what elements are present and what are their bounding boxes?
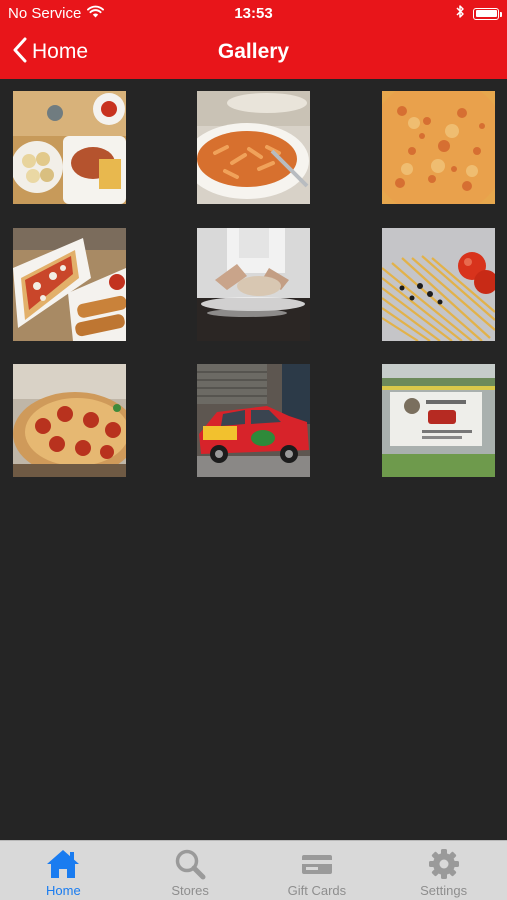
navigation-bar: Home Gallery <box>0 28 507 79</box>
gallery-image-dough-kneading[interactable] <box>197 228 310 341</box>
gallery-image-appetizers-platter[interactable] <box>13 91 126 204</box>
gallery-image-sub-and-breadsticks[interactable] <box>13 228 126 341</box>
app-screen: No Service 13:53 Home Gallery Home Store… <box>0 0 507 900</box>
tab-stores[interactable]: Stores <box>127 841 254 900</box>
gallery-image-spaghetti-tomatoes[interactable] <box>382 228 495 341</box>
home-icon <box>45 847 81 881</box>
gallery-image-banner-sign[interactable] <box>382 364 495 477</box>
tab-label-home: Home <box>46 883 81 898</box>
status-right <box>456 4 502 23</box>
tab-label-settings: Settings <box>420 883 468 898</box>
tab-bar: Home Stores Gift Cards Settings <box>0 840 507 900</box>
tab-gift-cards[interactable]: Gift Cards <box>254 841 381 900</box>
page-title: Gallery <box>217 40 290 63</box>
gallery-image-penne-pasta[interactable] <box>197 91 310 204</box>
status-time: 13:53 <box>234 5 273 22</box>
gallery-image-delivery-car[interactable] <box>197 364 310 477</box>
tab-label-gift-cards: Gift Cards <box>287 883 347 898</box>
gallery-image-cheese-pizza[interactable] <box>382 91 495 204</box>
gear-icon <box>426 847 462 881</box>
battery-icon <box>473 7 502 20</box>
tab-label-stores: Stores <box>171 883 209 898</box>
top-bar: No Service 13:53 Home Gallery <box>0 0 507 79</box>
search-icon <box>172 847 208 881</box>
gallery-image-pepperoni-pizza[interactable] <box>13 364 126 477</box>
gift-card-icon <box>299 847 335 881</box>
status-bar: No Service 13:53 <box>0 0 507 28</box>
gallery-grid <box>0 79 507 840</box>
tab-settings[interactable]: Settings <box>380 841 507 900</box>
bluetooth-icon <box>456 4 465 23</box>
tab-home[interactable]: Home <box>0 841 127 900</box>
